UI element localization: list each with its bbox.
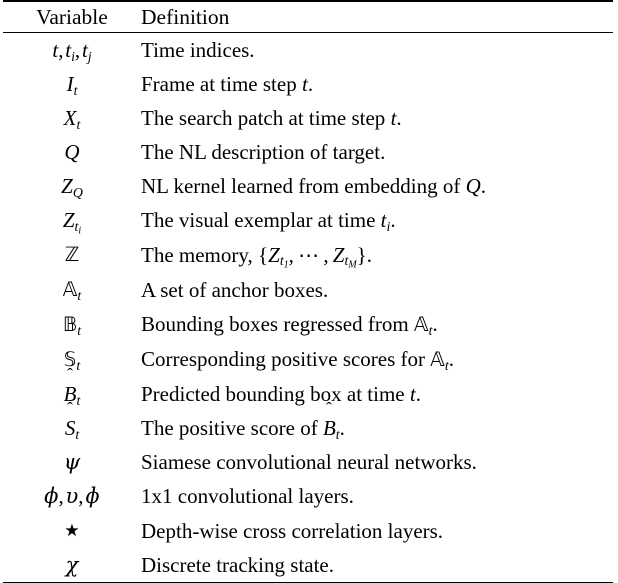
definition-cell: The NL description of target. — [141, 140, 386, 164]
table-row: ϕ, υ, ɸ 1x1 convolutional layers. — [3, 479, 613, 513]
table-row: Xt The search patch at time step t. — [3, 101, 613, 135]
table-row: 𝕊t Corresponding positive scores for 𝔸t. — [3, 342, 613, 377]
definition-cell: Depth-wise cross correlation layers. — [141, 518, 444, 543]
definition-cell: The memory, {Zt1, ⋯ , ZtM}. — [141, 242, 372, 271]
table-row: t, ti, tj Time indices. — [3, 33, 613, 68]
variable-cell: 𝕊t — [63, 348, 81, 373]
definition-cell: NL kernel learned from embedding of Q. — [141, 174, 487, 198]
variable-cell: 𝔹t — [62, 313, 82, 338]
column-header-variable: Variable — [36, 5, 108, 29]
variable-cell: ψ — [63, 450, 81, 474]
variable-cell: 𝔸t — [62, 278, 82, 303]
variable-cell: ̂St — [64, 416, 80, 442]
definition-cell: The visual exemplar at time ti. — [141, 208, 396, 234]
table-row: Zti The visual exemplar at time ti. — [3, 203, 613, 237]
definition-cell: Discrete tracking state. — [141, 553, 334, 578]
variable-cell: χ — [65, 553, 79, 578]
variable-cell: Xt — [63, 106, 81, 132]
table-body: t, ti, tj Time indices. It Frame at time… — [3, 33, 613, 583]
variable-cell: ZQ — [61, 174, 83, 200]
table-row: ℤ The memory, {Zt1, ⋯ , ZtM}. — [3, 237, 613, 272]
definition-cell: The positive score of ̂Bt. — [141, 416, 345, 442]
definition-cell: Time indices. — [141, 38, 255, 62]
variable-cell: ℤ — [64, 243, 80, 266]
definition-cell: Siamese convolutional neural networks. — [141, 450, 477, 474]
definition-cell: Predicted bounding box at time t. — [141, 382, 421, 406]
definition-cell: Corresponding positive scores for 𝔸t. — [141, 347, 455, 373]
table-header: Variable Definition — [3, 1, 613, 33]
variable-cell: ̂Bt — [63, 382, 81, 408]
table-row: It Frame at time step t. — [3, 67, 613, 101]
variable-cell: Q — [64, 140, 80, 164]
table-row: 𝔹t Bounding boxes regressed from 𝔸t. — [3, 307, 613, 342]
table-row: ZQ NL kernel learned from embedding of Q… — [3, 169, 613, 203]
table-row: 𝔸t A set of anchor boxes. — [3, 272, 613, 307]
table-row: ★ Depth-wise cross correlation layers. — [3, 513, 613, 548]
variable-cell: Zti — [62, 208, 82, 237]
table-row: ψ Siamese convolutional neural networks. — [3, 445, 613, 479]
table-row: ̂Bt Predicted bounding box at time t. — [3, 377, 613, 411]
table-row: ̂St The positive score of ̂Bt. — [3, 411, 613, 445]
definition-cell: A set of anchor boxes. — [141, 277, 329, 302]
column-header-definition: Definition — [141, 5, 230, 29]
definition-cell: Frame at time step t. — [141, 72, 314, 96]
variable-cell: ϕ, υ, ɸ — [44, 484, 100, 508]
definition-cell: The search patch at time step t. — [141, 106, 402, 130]
notation-table: Variable Definition t, ti, tj Time indic… — [3, 0, 613, 583]
variable-cell: It — [66, 72, 78, 98]
variable-cell: ★ — [3, 513, 141, 548]
definition-cell: Bounding boxes regressed from 𝔸t. — [141, 312, 438, 338]
definition-cell: 1x1 convolutional layers. — [141, 484, 354, 508]
table-row: χ Discrete tracking state. — [3, 548, 613, 583]
notation-table-figure: Variable Definition t, ti, tj Time indic… — [0, 0, 618, 583]
variable-cell: t, ti, tj — [52, 38, 92, 64]
table-row: Q The NL description of target. — [3, 135, 613, 169]
star-icon: ★ — [64, 521, 80, 542]
table-header-row: Variable Definition — [3, 1, 613, 33]
